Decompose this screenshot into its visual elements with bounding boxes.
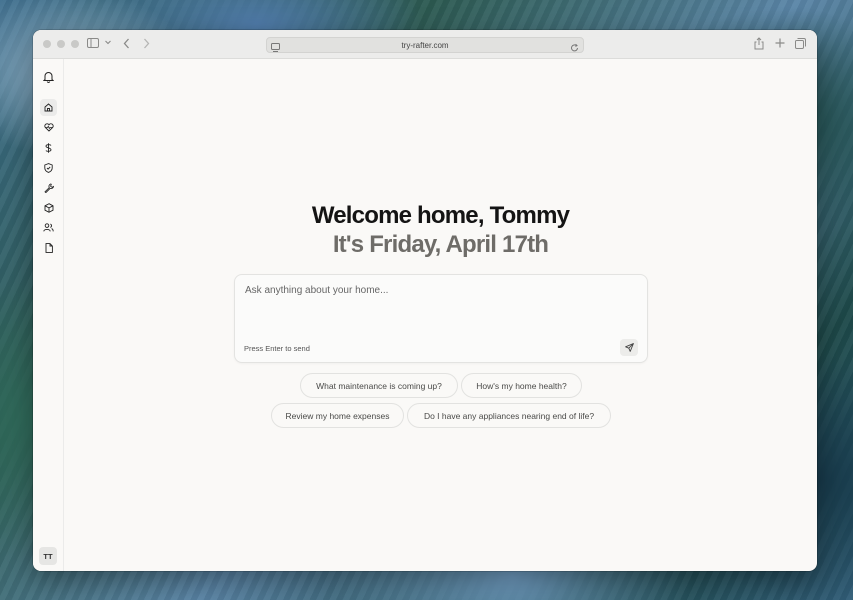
chevron-right-icon[interactable] [143,38,150,49]
send-icon [624,339,634,357]
shield-icon [44,162,53,173]
window-controls [43,40,79,48]
suggestion-chip-maintenance[interactable]: What maintenance is coming up? [300,373,458,398]
app-sidebar: TT [33,59,64,571]
suggestion-chip-appliances[interactable]: Do I have any appliances nearing end of … [407,403,611,428]
notifications-button[interactable] [40,68,57,85]
sidebar-item-maintenance[interactable] [40,179,57,196]
browser-toolbar: try-rafter.com [33,30,817,59]
chat-composer: Press Enter to send [234,274,648,363]
sidebar-item-insurance[interactable] [40,159,57,176]
welcome-heading: Welcome home, Tommy [311,202,570,229]
sidebar-item-expenses[interactable] [40,139,57,156]
reader-icon[interactable] [271,40,280,58]
suggestion-chip-health[interactable]: How's my home health? [461,373,582,398]
chat-input[interactable] [245,285,605,296]
send-button[interactable] [620,339,638,356]
dollar-icon [45,142,52,153]
send-hint: Press Enter to send [244,344,310,353]
close-window-button[interactable] [43,40,51,48]
chevron-down-icon[interactable] [105,40,111,45]
reload-icon[interactable] [570,40,579,58]
url-text: try-rafter.com [401,40,449,50]
sidebar-icon[interactable] [87,38,99,48]
share-icon[interactable] [754,37,764,50]
bell-icon [43,71,54,83]
home-icon [44,103,53,112]
sidebar-item-documents[interactable] [40,239,57,256]
avatar[interactable]: TT [39,547,57,565]
wrench-icon [43,183,54,193]
sidebar-item-home[interactable] [40,99,57,116]
zoom-window-button[interactable] [71,40,79,48]
address-bar[interactable]: try-rafter.com [266,37,584,53]
box-icon [44,202,54,213]
minimize-window-button[interactable] [57,40,65,48]
sidebar-item-appliances[interactable] [40,199,57,216]
browser-window: try-rafter.com TT Welcome home, Tommy It… [33,30,817,571]
suggestion-chip-expenses[interactable]: Review my home expenses [271,403,404,428]
sidebar-item-health[interactable] [40,119,57,136]
heart-pulse-icon [43,123,54,132]
sidebar-item-people[interactable] [40,219,57,236]
users-icon [43,223,54,232]
chevron-left-icon[interactable] [123,38,130,49]
plus-icon[interactable] [775,38,785,48]
tabs-overview-icon[interactable] [795,38,806,49]
date-heading: It's Friday, April 17th [332,231,549,258]
file-icon [45,242,53,253]
